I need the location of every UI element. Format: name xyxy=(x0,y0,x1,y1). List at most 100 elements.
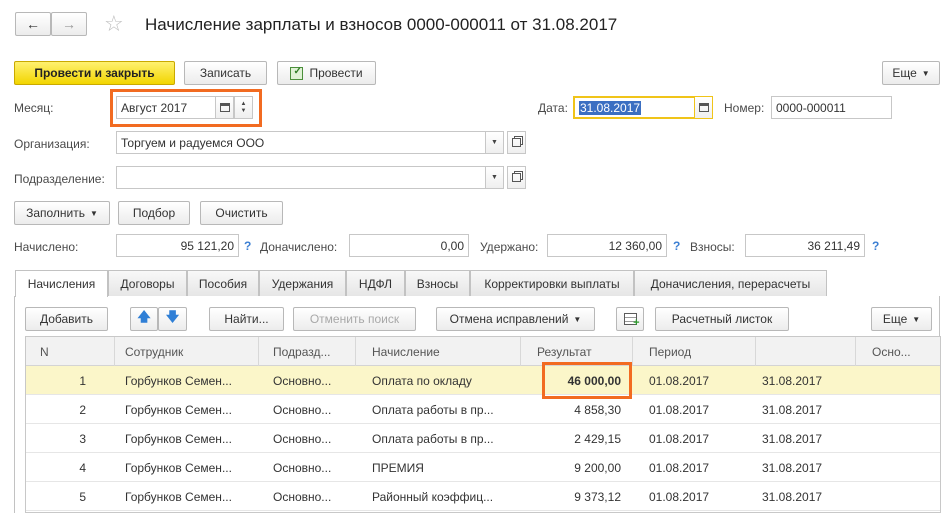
tab-accruals[interactable]: Начисления xyxy=(15,270,108,297)
cell-result: 4 858,30 xyxy=(574,402,621,417)
table-more-label: Еще xyxy=(882,312,908,326)
column-header-period-end[interactable] xyxy=(756,337,856,366)
tab-ndfl[interactable]: НДФЛ xyxy=(346,270,405,296)
table-row[interactable]: 2 Горбунков Семен... Основно... Оплата рабо… xyxy=(26,395,940,424)
save-button[interactable]: Записать xyxy=(184,61,267,85)
chevron-down-icon: ▼ xyxy=(491,139,498,146)
table-row[interactable]: 1 Горбунков Семен... Основно... Оплата по о… xyxy=(26,366,940,395)
find-button[interactable]: Найти... xyxy=(209,307,284,331)
accruals-table[interactable]: N Сотрудник Подразд... Начисление Резуль… xyxy=(25,336,941,513)
organization-open-button[interactable] xyxy=(507,131,526,154)
clear-button[interactable]: Очистить xyxy=(200,201,283,225)
department-label: Подразделение: xyxy=(14,172,105,186)
forward-button[interactable]: → xyxy=(51,12,87,36)
number-field[interactable]: 0000-000011 xyxy=(771,96,892,119)
cell-employee: Горбунков Семен... xyxy=(125,489,232,504)
post-document-icon: ✓ xyxy=(290,66,304,80)
fill-button[interactable]: Заполнить ▼ xyxy=(14,201,110,225)
column-header-n[interactable]: N xyxy=(26,337,115,366)
column-header-employee[interactable]: Сотрудник xyxy=(115,337,259,366)
tab-deductions[interactable]: Удержания xyxy=(259,270,346,296)
post-button-label: Провести xyxy=(309,66,363,80)
accrued-help-icon[interactable]: ? xyxy=(244,239,251,253)
cell-department: Основно... xyxy=(273,431,332,446)
cell-n: 3 xyxy=(79,431,86,446)
cell-period-start: 01.08.2017 xyxy=(649,460,710,475)
pick-button[interactable]: Подбор xyxy=(118,201,190,225)
cell-employee: Горбунков Семен... xyxy=(125,431,232,446)
cell-employee: Горбунков Семен... xyxy=(125,373,232,388)
contributions-help-icon[interactable]: ? xyxy=(872,239,879,253)
cell-result: 2 429,15 xyxy=(574,431,621,446)
move-up-button[interactable]: 🡅 xyxy=(130,307,158,331)
move-down-button[interactable]: 🡇 xyxy=(158,307,187,331)
cell-basis xyxy=(856,453,940,482)
column-header-period[interactable]: Период xyxy=(633,337,756,366)
accrued-field: 95 121,20 xyxy=(116,234,239,257)
cell-accrual: Районный коэффиц... xyxy=(372,489,494,504)
chevron-down-icon: ▼ xyxy=(491,174,498,181)
column-header-department[interactable]: Подразд... xyxy=(259,337,356,366)
tab-recalculations[interactable]: Доначисления, перерасчеты xyxy=(634,270,827,296)
cell-employee: Горбунков Семен... xyxy=(125,402,232,417)
withheld-label: Удержано: xyxy=(480,240,539,254)
cell-accrual: Оплата работы в пр... xyxy=(372,402,494,417)
chevron-down-icon: ▼ xyxy=(921,68,930,78)
page-title: Начисление зарплаты и взносов 0000-00001… xyxy=(145,15,618,34)
cell-department: Основно... xyxy=(273,460,332,475)
cell-accrual: Оплата по окладу xyxy=(372,373,472,388)
post-button[interactable]: ✓ Провести xyxy=(277,61,376,85)
chevron-down-icon: ▼ xyxy=(912,314,921,324)
cancel-search-button[interactable]: Отменить поиск xyxy=(293,307,416,331)
tab-payment-corrections[interactable]: Корректировки выплаты xyxy=(470,270,634,296)
cell-period-start: 01.08.2017 xyxy=(649,431,710,446)
cancel-corrections-button[interactable]: Отмена исправлений ▼ xyxy=(436,307,595,331)
cancel-corrections-label: Отмена исправлений xyxy=(449,312,569,326)
column-header-accrual[interactable]: Начисление xyxy=(356,337,521,366)
arrow-left-icon: ← xyxy=(26,16,40,32)
department-open-button[interactable] xyxy=(507,166,526,189)
post-and-close-button[interactable]: Провести и закрыть xyxy=(14,61,175,85)
cell-employee: Горбунков Семен... xyxy=(125,460,232,475)
department-dropdown-button[interactable]: ▼ xyxy=(485,166,504,189)
table-row[interactable]: 5 Горбунков Семен... Основно... Районный ко… xyxy=(26,482,940,511)
withheld-help-icon[interactable]: ? xyxy=(673,239,680,253)
add-button[interactable]: Добавить xyxy=(25,307,108,331)
cell-period-end: 31.08.2017 xyxy=(762,460,823,475)
cell-period-end: 31.08.2017 xyxy=(762,489,823,504)
chevron-down-icon: ▼ xyxy=(573,314,582,324)
cell-department: Основно... xyxy=(273,402,332,417)
cell-n: 2 xyxy=(79,402,86,417)
organization-dropdown-button[interactable]: ▼ xyxy=(485,131,504,154)
cell-department: Основно... xyxy=(273,489,332,504)
cell-basis xyxy=(856,482,940,511)
table-more-button[interactable]: Еще ▼ xyxy=(871,307,932,331)
column-header-basis[interactable]: Осно... xyxy=(856,337,940,366)
cell-period-start: 01.08.2017 xyxy=(649,402,710,417)
date-field[interactable]: 31.08.2017 xyxy=(573,96,696,119)
arrow-up-icon: 🡅 xyxy=(137,309,151,324)
table-row[interactable]: 4 Горбунков Семен... Основно... ПРЕМИЯ 9 200… xyxy=(26,453,940,482)
contributions-field: 36 211,49 xyxy=(745,234,865,257)
tab-benefits[interactable]: Пособия xyxy=(187,270,259,296)
date-label: Дата: xyxy=(538,101,568,115)
cell-accrual: Оплата работы в пр... xyxy=(372,431,494,446)
tab-contracts[interactable]: Договоры xyxy=(108,270,187,296)
month-label: Месяц: xyxy=(14,101,54,115)
table-row[interactable]: 3 Горбунков Семен... Основно... Оплата рабо… xyxy=(26,424,940,453)
add-from-table-button[interactable]: + xyxy=(616,307,644,331)
cell-basis xyxy=(856,424,940,453)
back-button[interactable]: ← xyxy=(15,12,51,36)
star-icon[interactable]: ☆ xyxy=(104,11,124,37)
open-link-icon xyxy=(512,173,521,182)
payslip-button[interactable]: Расчетный листок xyxy=(655,307,789,331)
result-highlight-frame xyxy=(542,362,632,399)
tab-contributions[interactable]: Взносы xyxy=(405,270,470,296)
cell-accrual: ПРЕМИЯ xyxy=(372,460,424,475)
more-button[interactable]: Еще ▼ xyxy=(882,61,940,85)
department-field[interactable] xyxy=(116,166,486,189)
date-calendar-button[interactable] xyxy=(694,96,713,119)
organization-field[interactable]: Торгуем и радуемся ООО xyxy=(116,131,486,154)
cell-n: 5 xyxy=(79,489,86,504)
arrow-right-icon: → xyxy=(62,16,76,32)
